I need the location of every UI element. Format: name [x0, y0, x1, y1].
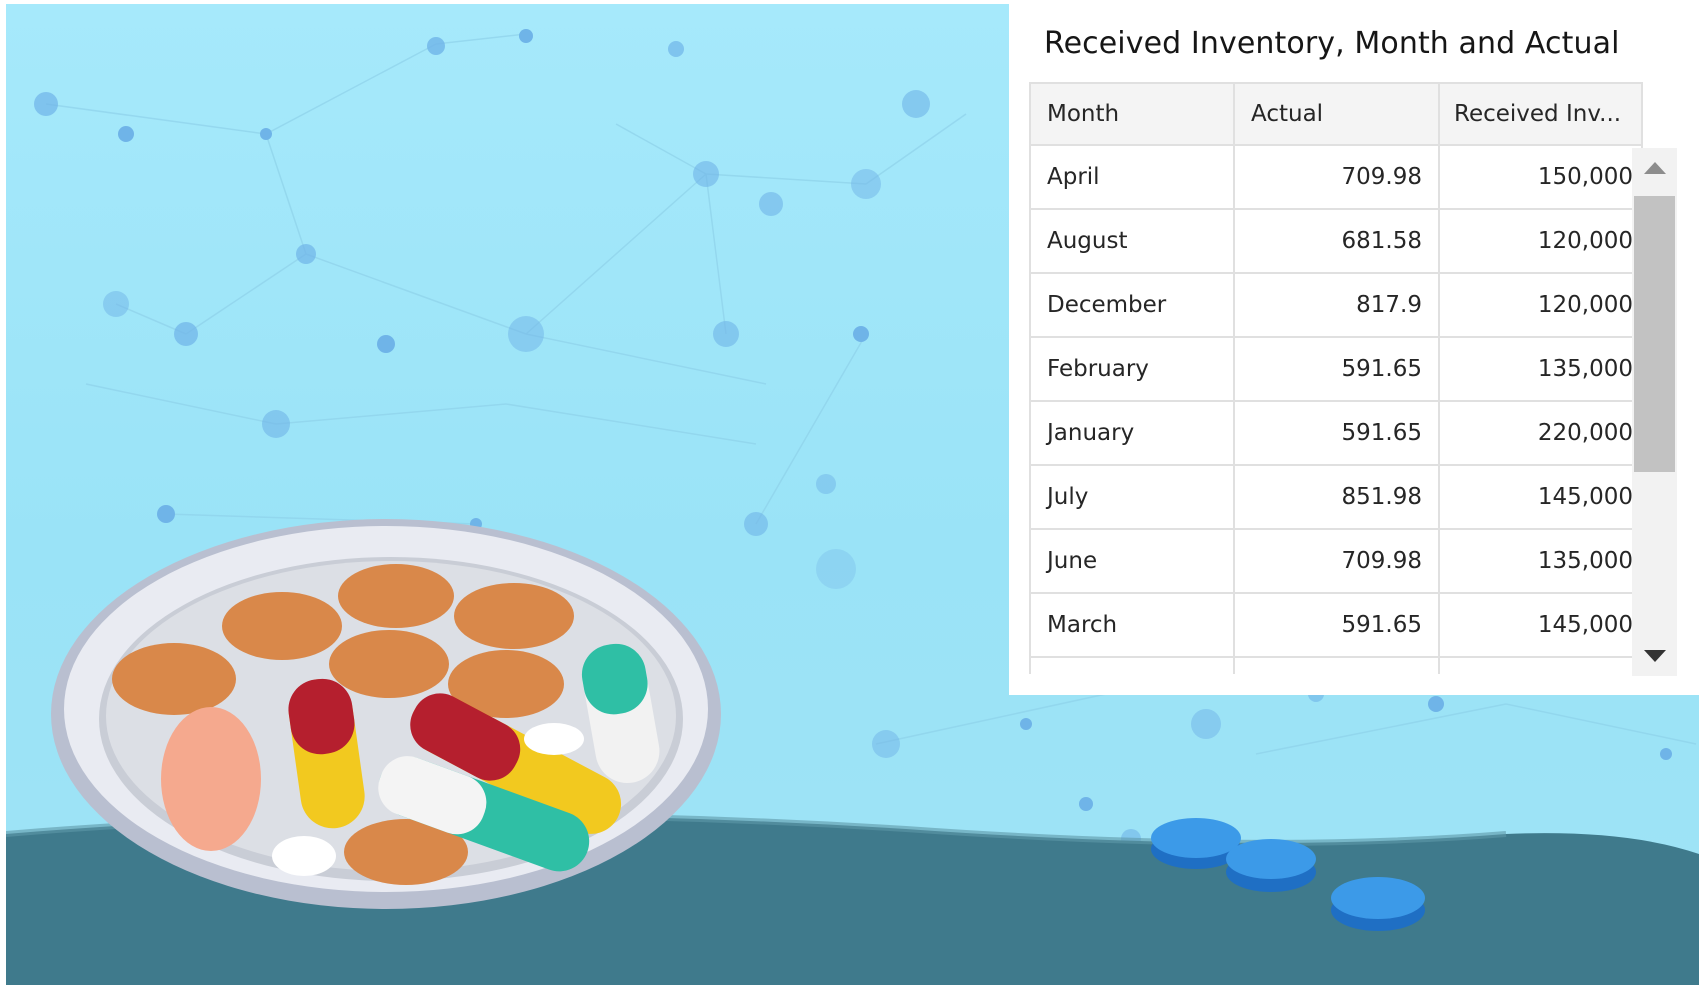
scroll-thumb[interactable]: [1634, 196, 1675, 472]
table-header-row: Month Actual Received Inv...: [1031, 82, 1643, 146]
cell-received: [1440, 658, 1643, 674]
cell-actual: 591.65: [1235, 338, 1440, 402]
table-row[interactable]: [1031, 658, 1643, 674]
table-row[interactable]: August 681.58 120,000: [1031, 210, 1643, 274]
cell-actual: 591.65: [1235, 402, 1440, 466]
cell-month: January: [1031, 402, 1235, 466]
widget-title: Received Inventory, Month and Actual: [1044, 26, 1620, 61]
scroll-up-button[interactable]: [1632, 148, 1677, 188]
triangle-up-icon: [1643, 162, 1666, 174]
table-row[interactable]: February 591.65 135,000: [1031, 338, 1643, 402]
scroll-down-button[interactable]: [1632, 636, 1677, 676]
cell-month: April: [1031, 146, 1235, 210]
cell-received: 150,000: [1440, 146, 1643, 210]
data-table: Month Actual Received Inv... April 709.9…: [1029, 82, 1643, 674]
triangle-down-icon: [1643, 650, 1666, 662]
cell-received: 220,000: [1440, 402, 1643, 466]
table-row[interactable]: April 709.98 150,000: [1031, 146, 1643, 210]
cell-received: 120,000: [1440, 210, 1643, 274]
table-row[interactable]: June 709.98 135,000: [1031, 530, 1643, 594]
cell-received: 145,000: [1440, 594, 1643, 658]
table-scrollbar[interactable]: [1632, 148, 1677, 676]
column-header-month[interactable]: Month: [1031, 82, 1235, 146]
cell-actual: 817.9: [1235, 274, 1440, 338]
received-inventory-widget: Received Inventory, Month and Actual Mon…: [1009, 4, 1699, 695]
cell-received: 145,000: [1440, 466, 1643, 530]
cell-month: August: [1031, 210, 1235, 274]
cell-actual: [1235, 658, 1440, 674]
cell-month: February: [1031, 338, 1235, 402]
cell-actual: 851.98: [1235, 466, 1440, 530]
cell-received: 120,000: [1440, 274, 1643, 338]
cell-actual: 709.98: [1235, 530, 1440, 594]
cell-month: December: [1031, 274, 1235, 338]
cell-month: June: [1031, 530, 1235, 594]
cell-month: [1031, 658, 1235, 674]
column-header-actual[interactable]: Actual: [1235, 82, 1440, 146]
table-row[interactable]: January 591.65 220,000: [1031, 402, 1643, 466]
cell-received: 135,000: [1440, 530, 1643, 594]
cell-actual: 709.98: [1235, 146, 1440, 210]
table-row[interactable]: July 851.98 145,000: [1031, 466, 1643, 530]
table-row[interactable]: March 591.65 145,000: [1031, 594, 1643, 658]
cell-actual: 591.65: [1235, 594, 1440, 658]
cell-actual: 681.58: [1235, 210, 1440, 274]
cell-month: July: [1031, 466, 1235, 530]
table-row[interactable]: December 817.9 120,000: [1031, 274, 1643, 338]
column-header-received-inventory[interactable]: Received Inv...: [1440, 82, 1643, 146]
cell-received: 135,000: [1440, 338, 1643, 402]
cell-month: March: [1031, 594, 1235, 658]
